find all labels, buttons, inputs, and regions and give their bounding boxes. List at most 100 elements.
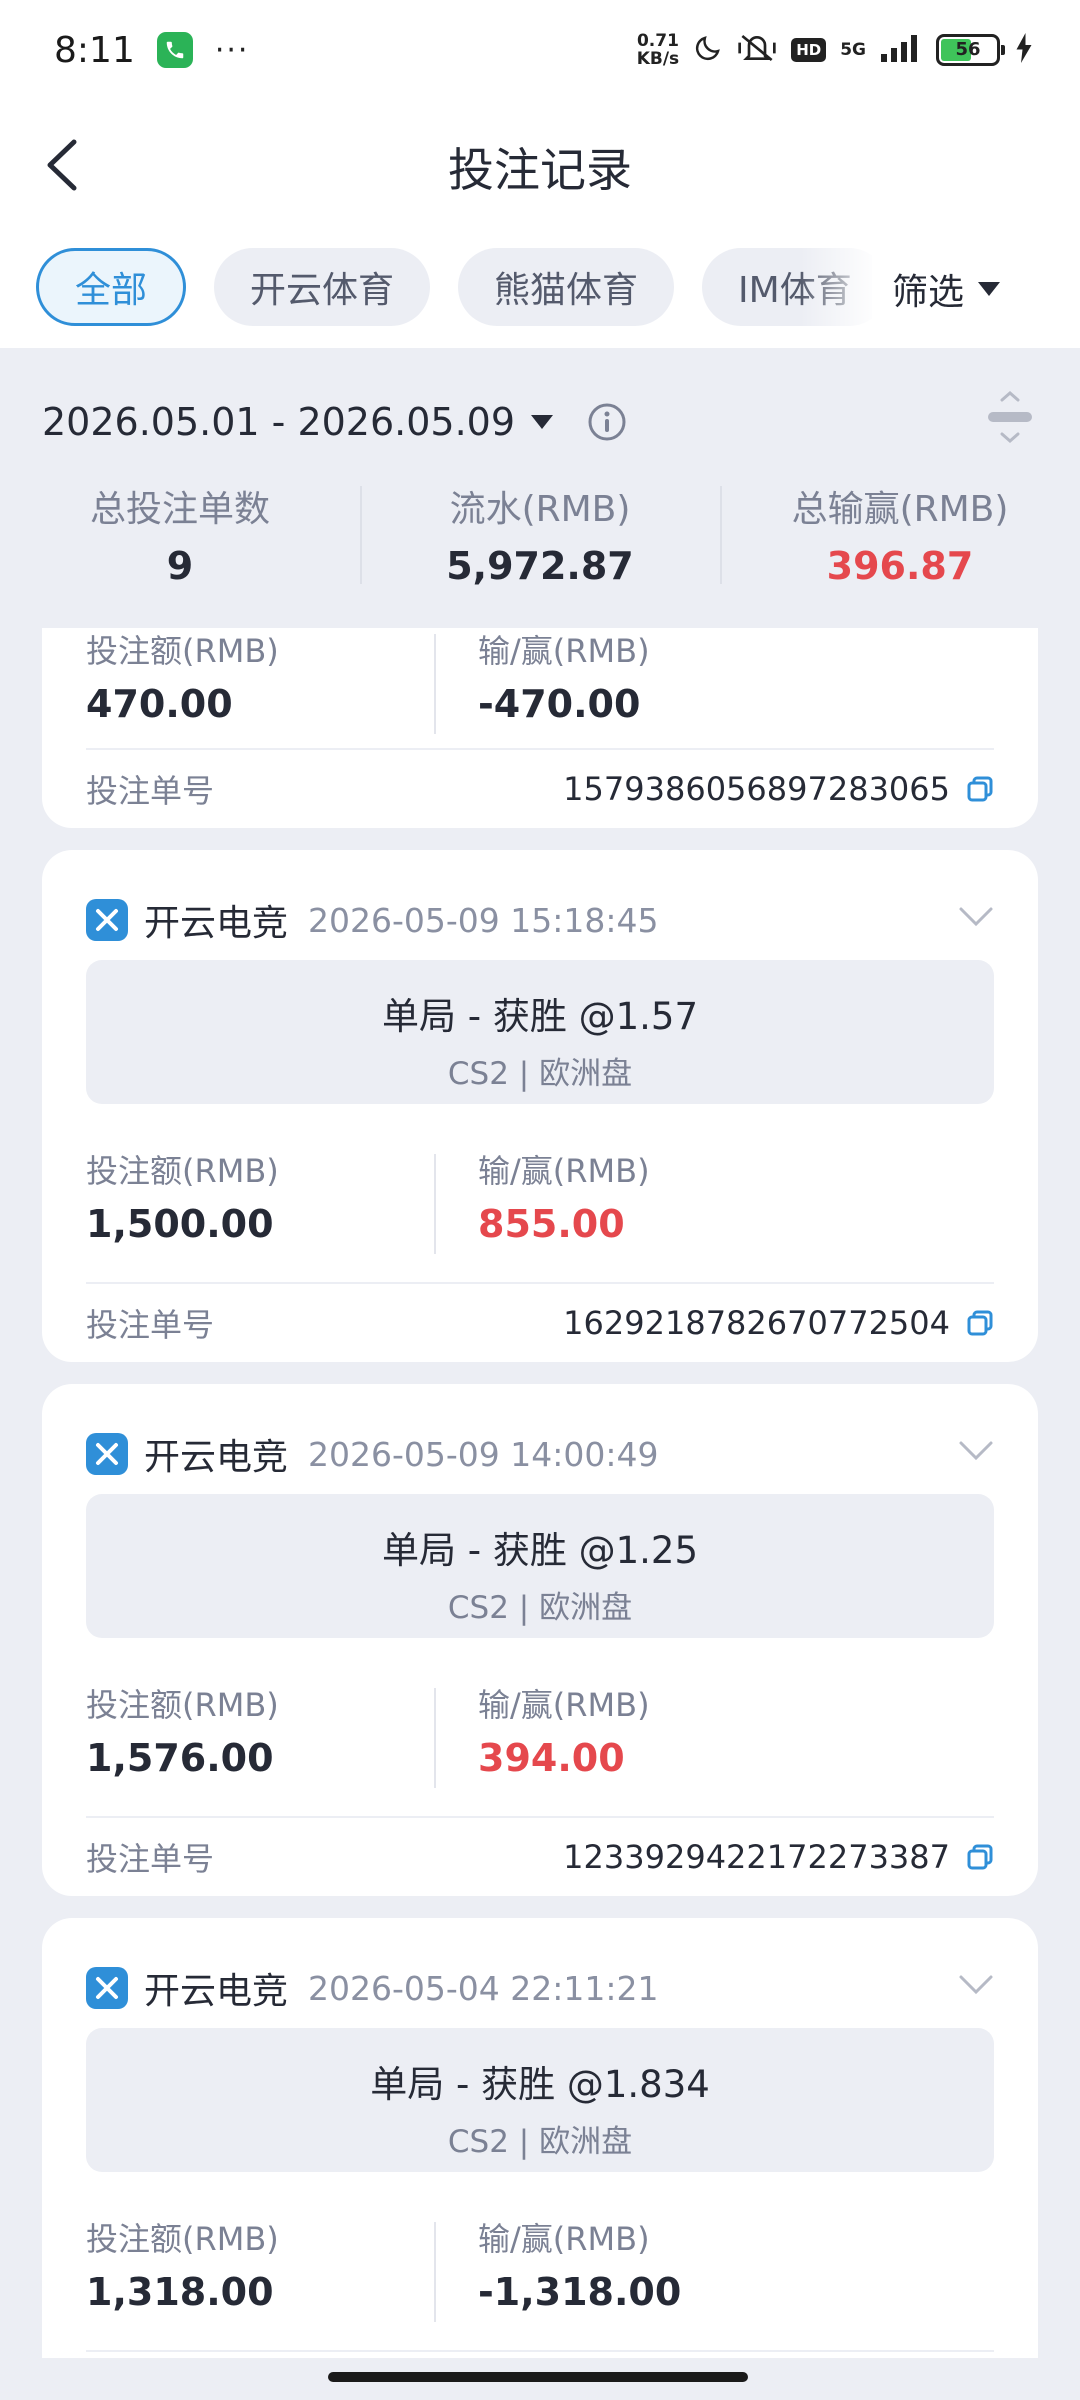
status-bar: 8:11 ··· 0.71 KB/s HD 5G 56 xyxy=(0,0,1080,100)
order-row xyxy=(86,2350,994,2358)
status-right: 0.71 KB/s HD 5G 56 xyxy=(637,32,1034,68)
order-value-group: 1579386056897283065 xyxy=(563,770,994,808)
bet-card[interactable]: 开云电竞 2026-05-09 14:00:49 单局 - 获胜 @1.25 C… xyxy=(42,1384,1038,1896)
stake-column: 投注额(RMB) 470.00 xyxy=(86,628,434,726)
win-loss-label: 输/赢(RMB) xyxy=(478,632,650,670)
stake-value: 470.00 xyxy=(86,682,233,726)
collapse-expand-icon[interactable] xyxy=(984,390,1036,446)
home-indicator[interactable] xyxy=(328,2372,748,2382)
card-header: 开云电竞 2026-05-04 22:11:21 xyxy=(86,1962,659,2014)
bet-time: 2026-05-04 22:11:21 xyxy=(308,1968,659,2008)
date-range-selector[interactable]: 2026.05.01 - 2026.05.09 xyxy=(42,400,627,444)
hd-badge: HD xyxy=(791,38,827,62)
tab-kaiyun-sports[interactable]: 开云体育 xyxy=(214,248,431,326)
order-label: 投注单号 xyxy=(86,1306,215,1344)
esports-logo-icon xyxy=(86,899,128,941)
tab-panda-sports[interactable]: 熊猫体育 xyxy=(458,248,675,326)
win-loss-value: -1,318.00 xyxy=(478,2270,682,2314)
win-loss-column: 输/赢(RMB) 394.00 xyxy=(434,1680,782,1788)
stake-value: 1,318.00 xyxy=(86,2270,274,2314)
order-number: 1233929422172273387 xyxy=(563,1838,950,1876)
esports-logo-icon xyxy=(86,1433,128,1475)
tabs-fade xyxy=(800,248,880,330)
battery-percent: 56 xyxy=(955,39,981,60)
win-loss-label: 输/赢(RMB) xyxy=(478,1686,650,1724)
chevron-down-icon[interactable] xyxy=(958,1440,994,1462)
order-row: 投注单号 1579386056897283065 xyxy=(86,748,994,828)
order-row: 投注单号 1629218782670772504 xyxy=(86,1282,994,1362)
amount-row: 投注额(RMB) 1,500.00 输/赢(RMB) 855.00 xyxy=(86,1146,994,1254)
status-left: 8:11 ··· xyxy=(54,30,249,71)
bet-card[interactable]: 投注额(RMB) 470.00 输/赢(RMB) -470.00 投注单号 15… xyxy=(42,628,1038,828)
stake-column: 投注额(RMB) 1,500.00 xyxy=(86,1146,434,1246)
bet-game-odds-type: CS2 | 欧洲盘 xyxy=(447,1056,633,1092)
summary-turnover: 流水(RMB) 5,972.87 xyxy=(360,480,720,590)
tab-all[interactable]: 全部 xyxy=(36,248,187,326)
win-loss-label: 输/赢(RMB) xyxy=(478,1152,650,1190)
network-speed: 0.71 KB/s xyxy=(637,32,679,68)
copy-icon[interactable] xyxy=(966,1309,994,1337)
page-title: 投注记录 xyxy=(448,143,632,197)
bet-game-odds-type: CS2 | 欧洲盘 xyxy=(447,2124,633,2160)
moon-icon xyxy=(693,33,723,67)
summary-value: 9 xyxy=(166,544,194,588)
stake-label: 投注额(RMB) xyxy=(86,632,279,670)
filter-button[interactable]: 筛选 xyxy=(892,248,1002,330)
venue-name: 开云电竞 xyxy=(144,1971,289,2012)
caret-down-icon xyxy=(531,415,554,429)
stake-label: 投注额(RMB) xyxy=(86,1686,279,1724)
amount-row: 投注额(RMB) 1,318.00 输/赢(RMB) -1,318.00 xyxy=(86,2214,994,2322)
order-label: 投注单号 xyxy=(86,1840,215,1878)
order-number: 1629218782670772504 xyxy=(563,1304,950,1342)
win-loss-column: 输/赢(RMB) 855.00 xyxy=(434,1146,782,1254)
order-number: 1579386056897283065 xyxy=(563,770,950,808)
order-label: 投注单号 xyxy=(86,772,215,810)
summary-value: 5,972.87 xyxy=(446,544,634,588)
copy-icon[interactable] xyxy=(966,1843,994,1871)
stake-label: 投注额(RMB) xyxy=(86,1152,279,1190)
more-notifications-icon: ··· xyxy=(214,32,250,68)
chevron-down-icon[interactable] xyxy=(958,1974,994,1996)
charging-icon xyxy=(1014,33,1034,67)
order-row: 投注单号 1233929422172273387 xyxy=(86,1816,994,1896)
chevron-down-icon[interactable] xyxy=(958,906,994,928)
bet-time: 2026-05-09 15:18:45 xyxy=(308,900,659,940)
amount-row: 投注额(RMB) 1,576.00 输/赢(RMB) 394.00 xyxy=(86,1680,994,1788)
card-header: 开云电竞 2026-05-09 14:00:49 xyxy=(86,1428,659,1480)
stake-column: 投注额(RMB) 1,318.00 xyxy=(86,2214,434,2314)
win-loss-value: 394.00 xyxy=(478,1736,625,1780)
summary-value: 396.87 xyxy=(826,544,974,588)
win-loss-column: 输/赢(RMB) -470.00 xyxy=(434,628,782,734)
stake-column: 投注额(RMB) 1,576.00 xyxy=(86,1680,434,1780)
bet-selection: 单局 - 获胜 @1.57 CS2 | 欧洲盘 xyxy=(86,960,994,1104)
bet-market: 单局 - 获胜 @1.57 xyxy=(381,995,699,1038)
network-type: 5G xyxy=(840,39,866,60)
mute-vibrate-icon xyxy=(737,32,777,68)
info-icon[interactable] xyxy=(587,402,627,442)
phone-call-icon xyxy=(156,32,193,68)
bet-summary: 总投注单数 9 流水(RMB) 5,972.87 总输赢(RMB) 396.87 xyxy=(0,480,1080,590)
bet-list[interactable]: 投注额(RMB) 470.00 输/赢(RMB) -470.00 投注单号 15… xyxy=(42,628,1038,2358)
bet-game-odds-type: CS2 | 欧洲盘 xyxy=(447,1590,633,1626)
bet-time: 2026-05-09 14:00:49 xyxy=(308,1434,659,1474)
stake-value: 1,576.00 xyxy=(86,1736,274,1780)
network-speed-value: 0.71 xyxy=(636,31,679,51)
bet-selection: 单局 - 获胜 @1.834 CS2 | 欧洲盘 xyxy=(86,2028,994,2172)
copy-icon[interactable] xyxy=(966,775,994,803)
bet-selection: 单局 - 获胜 @1.25 CS2 | 欧洲盘 xyxy=(86,1494,994,1638)
bet-card[interactable]: 开云电竞 2026-05-09 15:18:45 单局 - 获胜 @1.57 C… xyxy=(42,850,1038,1362)
platform-tabs: 全部 开云体育 熊猫体育 IM体育 筛选 xyxy=(0,230,1080,348)
battery-icon: 56 xyxy=(936,34,1005,66)
order-value-group: 1629218782670772504 xyxy=(563,1304,994,1342)
win-loss-value: -470.00 xyxy=(478,682,641,726)
summary-total-win-loss: 总输赢(RMB) 396.87 xyxy=(720,480,1080,590)
summary-label: 流水(RMB) xyxy=(449,489,631,530)
stake-label: 投注额(RMB) xyxy=(86,2220,279,2258)
filter-label: 筛选 xyxy=(892,272,965,313)
summary-label: 总投注单数 xyxy=(89,489,270,530)
esports-logo-icon xyxy=(86,1967,128,2009)
summary-bet-count: 总投注单数 9 xyxy=(0,480,360,590)
bet-card[interactable]: 开云电竞 2026-05-04 22:11:21 单局 - 获胜 @1.834 … xyxy=(42,1918,1038,2358)
tabs-scroll[interactable]: 全部 开云体育 熊猫体育 IM体育 xyxy=(36,248,872,330)
summary-label: 总输赢(RMB) xyxy=(791,489,1009,530)
